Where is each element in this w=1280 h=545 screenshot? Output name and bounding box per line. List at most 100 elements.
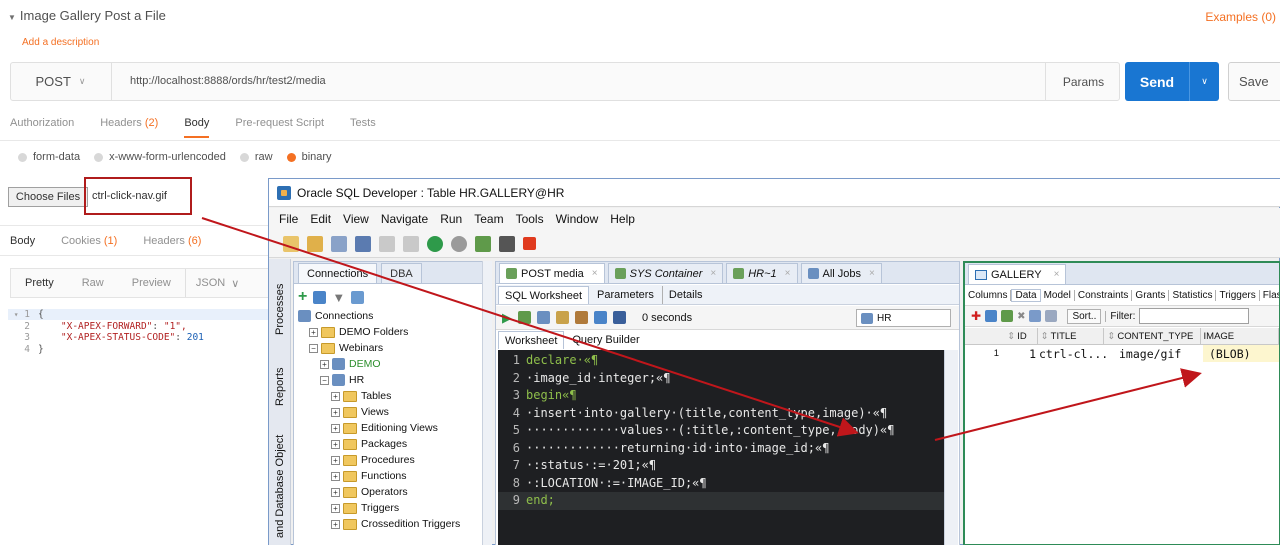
close-icon[interactable]: × — [710, 268, 716, 279]
filter-input[interactable] — [1139, 308, 1250, 324]
tab-parameters[interactable]: Parameters — [591, 286, 660, 304]
collapse-caret-icon[interactable]: ▼ — [8, 13, 16, 22]
side-tab-db-object[interactable]: and Database Object — [271, 429, 289, 544]
tree-item[interactable]: + Packages — [294, 436, 482, 452]
tab-model[interactable]: Model — [1041, 289, 1075, 301]
stop-icon[interactable] — [523, 237, 536, 250]
tab-post-media[interactable]: POST media × — [499, 263, 605, 283]
tab-headers[interactable]: Headers (2) — [100, 117, 158, 138]
url-input[interactable]: http://localhost:8888/ords/hr/test2/medi… — [130, 75, 326, 87]
expand-icon[interactable]: + — [331, 503, 340, 513]
add-connection-icon[interactable]: + — [298, 288, 307, 306]
tab-data[interactable]: Data — [1011, 288, 1041, 302]
view-raw[interactable]: Raw — [68, 277, 118, 289]
view-pretty[interactable]: Pretty — [11, 277, 68, 289]
view-preview[interactable]: Preview — [118, 277, 185, 289]
send-dropdown-icon[interactable]: ∨ — [1189, 62, 1219, 101]
open-icon[interactable] — [307, 235, 323, 252]
delete-row-icon[interactable]: ✖ — [1017, 311, 1025, 322]
params-button[interactable]: Params — [1045, 62, 1121, 101]
clear-icon[interactable] — [575, 311, 588, 324]
cell-title[interactable]: ctrl-cl... — [1039, 345, 1115, 362]
menu-edit[interactable]: Edit — [310, 212, 331, 226]
radio-raw[interactable]: raw — [239, 151, 273, 163]
tab-all-jobs[interactable]: All Jobs × — [800, 263, 882, 283]
side-tab-reports[interactable]: Reports — [271, 359, 289, 414]
close-icon[interactable]: × — [785, 268, 791, 279]
tab-sql-worksheet[interactable]: SQL Worksheet — [498, 286, 590, 304]
run-script-icon[interactable] — [518, 311, 531, 324]
menu-team[interactable]: Team — [474, 212, 503, 226]
table-row[interactable]: 1 1 ctrl-cl... image/gif (BLOB) — [965, 345, 1279, 362]
tree-item[interactable]: + Procedures — [294, 452, 482, 468]
radio-binary[interactable]: binary — [286, 151, 332, 163]
scrollbar[interactable] — [482, 261, 492, 545]
schema-browser-icon[interactable] — [351, 290, 365, 304]
fold-icon[interactable]: ▾ — [14, 310, 19, 319]
tab-triggers[interactable]: Triggers — [1216, 289, 1260, 301]
tab-connections[interactable]: Connections — [298, 263, 378, 283]
side-tab-processes[interactable]: Processes — [271, 277, 289, 342]
forward-icon[interactable] — [451, 235, 467, 252]
cell-id[interactable]: 1 — [1005, 345, 1039, 362]
back-icon[interactable] — [427, 235, 443, 252]
radio-urlencoded[interactable]: x-www-form-urlencoded — [94, 151, 226, 163]
tree-item[interactable]: + Triggers — [294, 500, 482, 516]
close-icon[interactable]: × — [869, 268, 875, 279]
tree-item[interactable]: + Functions — [294, 468, 482, 484]
tab-authorization[interactable]: Authorization — [10, 117, 74, 138]
tab-query-builder[interactable]: Query Builder — [566, 331, 645, 349]
menu-tools[interactable]: Tools — [516, 212, 544, 226]
expand-icon[interactable]: + — [331, 391, 340, 401]
tree-item[interactable]: Connections — [294, 308, 482, 324]
save-icon[interactable] — [613, 311, 626, 324]
menu-file[interactable]: File — [279, 212, 298, 226]
tab-constraints[interactable]: Constraints — [1075, 289, 1133, 301]
menu-window[interactable]: Window — [556, 212, 599, 226]
connection-select[interactable]: HR — [856, 309, 951, 327]
column-header-content-type[interactable]: ⇕ CONTENT_TYPE — [1104, 328, 1201, 344]
tab-hr-1[interactable]: HR~1 × — [726, 263, 798, 283]
cell-image[interactable]: (BLOB) — [1203, 345, 1279, 362]
tab-tests[interactable]: Tests — [350, 117, 376, 138]
tree-item[interactable]: + DEMO — [294, 356, 482, 372]
close-icon[interactable]: × — [592, 268, 598, 279]
tab-body[interactable]: Body — [184, 117, 210, 138]
tree-item[interactable]: + Editioning Views — [294, 420, 482, 436]
tree-item[interactable]: + Views — [294, 404, 482, 420]
tree-item[interactable]: − Webinars — [294, 340, 482, 356]
commit-icon[interactable] — [537, 311, 550, 324]
tab-sys-container[interactable]: SYS Container × — [607, 263, 724, 283]
tree-item[interactable]: + Crossedition Triggers — [294, 516, 482, 532]
redo-icon[interactable] — [403, 235, 419, 252]
expand-icon[interactable]: + — [331, 519, 340, 529]
rollback-icon[interactable] — [1045, 310, 1058, 322]
tab-response-headers[interactable]: Headers (6) — [143, 235, 201, 247]
tab-details[interactable]: Details — [661, 286, 709, 304]
tab-columns[interactable]: Columns — [965, 289, 1012, 301]
radio-form-data[interactable]: form-data — [18, 151, 80, 163]
menu-view[interactable]: View — [343, 212, 369, 226]
tab-worksheet[interactable]: Worksheet — [498, 331, 565, 349]
refresh-icon[interactable] — [985, 310, 998, 322]
commit-icon[interactable] — [1029, 310, 1042, 322]
format-select[interactable]: JSON ∨ — [184, 269, 249, 297]
send-button[interactable]: Send ∨ — [1125, 62, 1219, 101]
tab-gallery[interactable]: GALLERY × — [968, 264, 1067, 284]
tab-dba[interactable]: DBA — [381, 263, 422, 283]
insert-row-icon[interactable] — [1001, 310, 1014, 322]
expand-icon[interactable]: + — [320, 359, 329, 369]
cell-content-type[interactable]: image/gif — [1115, 345, 1203, 362]
tree-item[interactable]: + Operators — [294, 484, 482, 500]
expand-icon[interactable]: + — [309, 327, 318, 337]
tab-grants[interactable]: Grants — [1132, 289, 1170, 301]
method-select[interactable]: POST ∨ — [10, 62, 112, 101]
expand-icon[interactable]: − — [320, 375, 329, 385]
binoculars-icon[interactable] — [499, 235, 515, 252]
save-button[interactable]: Save — [1228, 62, 1280, 101]
expand-icon[interactable]: + — [331, 423, 340, 433]
tree-item[interactable]: + DEMO Folders — [294, 324, 482, 340]
tree-item[interactable]: + Tables — [294, 388, 482, 404]
tab-cookies[interactable]: Cookies (1) — [61, 235, 117, 247]
filter-icon[interactable]: ▼ — [332, 290, 345, 305]
